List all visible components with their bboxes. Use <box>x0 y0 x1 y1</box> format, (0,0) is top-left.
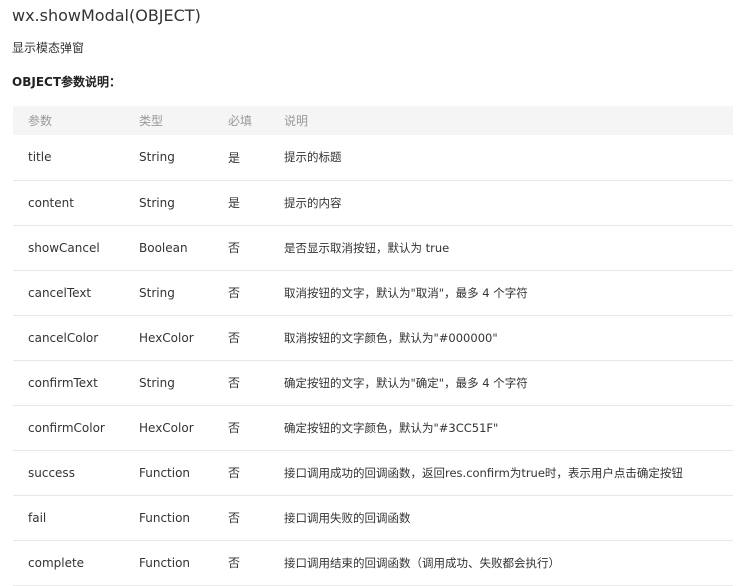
header-param: 参数 <box>28 114 53 128</box>
cell-description: 确定按钮的文字颜色，默认为"#3CC51F" <box>284 420 499 435</box>
cell-required: 否 <box>228 466 241 480</box>
doc-title: wx.showModal(OBJECT) <box>12 6 201 25</box>
header-required: 必填 <box>228 114 253 128</box>
cell-param: title <box>28 150 52 165</box>
cell-type: HexColor <box>139 420 194 435</box>
table-row: fail Function 否 接口调用失败的回调函数 <box>13 495 733 540</box>
cell-param: complete <box>28 555 85 570</box>
cell-required: 否 <box>228 286 241 300</box>
header-type: 类型 <box>139 114 164 128</box>
cell-required: 否 <box>228 511 241 525</box>
table-row: cancelText String 否 取消按钮的文字，默认为"取消"，最多 4… <box>13 270 733 315</box>
table-row: showCancel Boolean 否 是否显示取消按钮，默认为 true <box>13 225 733 270</box>
doc-description: 显示模态弹窗 <box>12 41 85 55</box>
cell-required: 否 <box>228 376 241 390</box>
cell-param: confirmText <box>28 375 98 390</box>
table-row: success Function 否 接口调用成功的回调函数，返回res.con… <box>13 450 733 495</box>
cell-description: 确定按钮的文字，默认为"确定"，最多 4 个字符 <box>284 375 528 390</box>
cell-required: 否 <box>228 241 241 255</box>
cell-description: 是否显示取消按钮，默认为 true <box>284 240 450 255</box>
cell-required: 是 <box>228 196 241 210</box>
cell-description: 取消按钮的文字颜色，默认为"#000000" <box>284 330 498 345</box>
cell-required: 否 <box>228 556 241 570</box>
cell-description: 接口调用结束的回调函数（调用成功、失败都会执行） <box>284 555 560 570</box>
table-row: cancelColor HexColor 否 取消按钮的文字颜色，默认为"#00… <box>13 315 733 360</box>
cell-description: 接口调用成功的回调函数，返回res.confirm为true时，表示用户点击确定… <box>284 465 683 480</box>
cell-type: String <box>139 285 175 300</box>
table-row: confirmText String 否 确定按钮的文字，默认为"确定"，最多 … <box>13 360 733 405</box>
cell-description: 取消按钮的文字，默认为"取消"，最多 4 个字符 <box>284 285 528 300</box>
cell-type: Function <box>139 555 191 570</box>
cell-type: String <box>139 150 175 165</box>
cell-param: confirmColor <box>28 420 105 435</box>
table-row: confirmColor HexColor 否 确定按钮的文字颜色，默认为"#3… <box>13 405 733 450</box>
table-row: content String 是 提示的内容 <box>13 180 733 225</box>
cell-param: success <box>28 465 75 480</box>
cell-description: 接口调用失败的回调函数 <box>284 510 411 525</box>
cell-param: showCancel <box>28 240 100 255</box>
cell-type: String <box>139 375 175 390</box>
cell-description: 提示的内容 <box>284 195 342 210</box>
cell-param: fail <box>28 510 47 525</box>
cell-type: Function <box>139 465 191 480</box>
section-heading: OBJECT参数说明： <box>12 75 122 89</box>
cell-param: content <box>28 195 74 210</box>
cell-type: HexColor <box>139 330 194 345</box>
cell-required: 否 <box>228 421 241 435</box>
cell-param: cancelText <box>28 285 92 300</box>
param-table: 参数 类型 必填 说明 title String 是 提示的标题 content… <box>13 106 733 586</box>
cell-type: Function <box>139 510 191 525</box>
header-description: 说明 <box>284 114 309 128</box>
table-header-row: 参数 类型 必填 说明 <box>13 106 733 135</box>
cell-description: 提示的标题 <box>284 150 342 165</box>
table-row: title String 是 提示的标题 <box>13 135 733 180</box>
cell-param: cancelColor <box>28 330 99 345</box>
cell-type: Boolean <box>139 240 188 255</box>
table-row: complete Function 否 接口调用结束的回调函数（调用成功、失败都… <box>13 540 733 585</box>
cell-required: 否 <box>228 331 241 345</box>
cell-type: String <box>139 195 175 210</box>
cell-required: 是 <box>228 150 241 165</box>
